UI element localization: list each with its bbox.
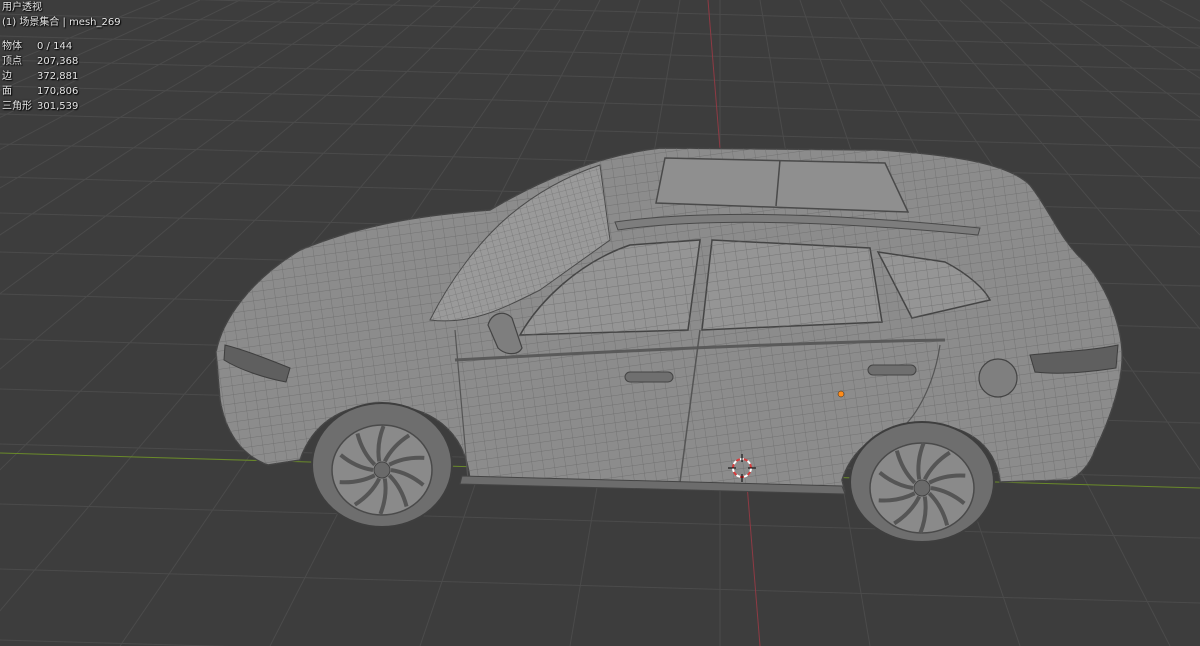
- stat-triangles: 三角形 301,539: [2, 99, 121, 114]
- stat-value: 0 / 144: [37, 41, 73, 52]
- door-handle-front: [624, 371, 674, 383]
- fuel-door: [978, 358, 1018, 398]
- stat-value: 170,806: [37, 86, 79, 97]
- stat-vertices: 顶点 207,368: [2, 54, 121, 69]
- stat-value: 372,881: [37, 71, 79, 82]
- stat-label: 三角形: [2, 101, 32, 112]
- stat-value: 207,368: [37, 56, 79, 67]
- car-mesh[interactable]: [215, 147, 1123, 543]
- stat-faces: 面 170,806: [2, 84, 121, 99]
- statistics-panel: 物体 0 / 144 顶点 207,368 边 372,881 面 170,80…: [2, 39, 121, 114]
- collection-info: (1) 场景集合 | mesh_269: [2, 17, 121, 28]
- 3d-viewport[interactable]: 用户透视 (1) 场景集合 | mesh_269 物体 0 / 144 顶点 2…: [0, 0, 1200, 646]
- stat-objects: 物体 0 / 144: [2, 39, 121, 54]
- stat-value: 301,539: [37, 101, 79, 112]
- object-origin-dot: [837, 390, 845, 398]
- viewport-canvas[interactable]: [0, 0, 1200, 646]
- wheel-rear: [849, 421, 995, 543]
- viewport-info-overlay: 用户透视 (1) 场景集合 | mesh_269 物体 0 / 144 顶点 2…: [2, 0, 121, 114]
- stat-label: 面: [2, 86, 12, 97]
- door-handle-rear: [867, 364, 917, 376]
- stat-edges: 边 372,881: [2, 69, 121, 84]
- stat-label: 边: [2, 71, 12, 82]
- sunroof: [655, 157, 910, 213]
- stat-label: 物体: [2, 41, 22, 52]
- view-name: 用户透视: [2, 2, 42, 13]
- stat-label: 顶点: [2, 56, 22, 67]
- wheel-front: [311, 402, 453, 528]
